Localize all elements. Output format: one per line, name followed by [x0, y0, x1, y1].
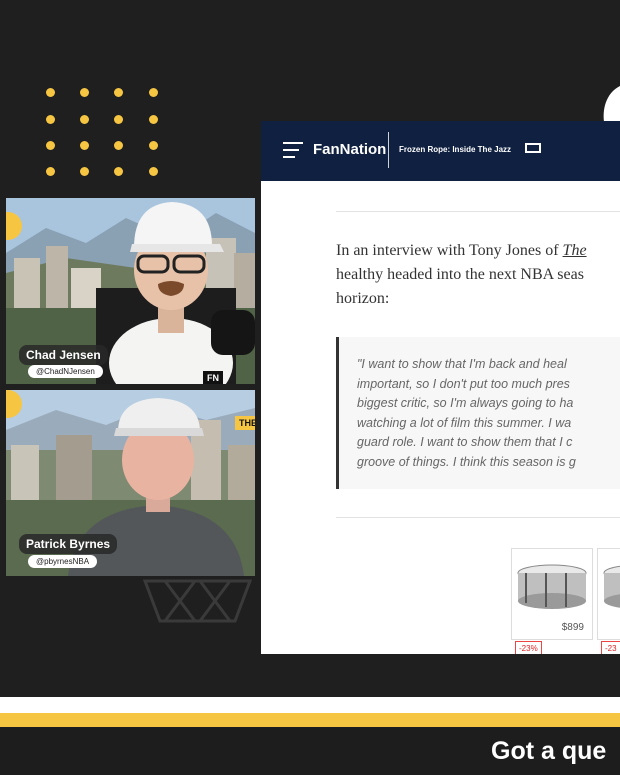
- source-link[interactable]: The: [563, 242, 587, 259]
- discount-badge: -23%: [515, 641, 542, 654]
- ad-price: $899: [561, 622, 584, 633]
- pattern-decoration: [142, 579, 253, 623]
- participant-video-tile[interactable]: Patrick Byrnes @pbyrnesNBA THE: [6, 390, 255, 576]
- participant-handle: @ChadNJensen: [28, 365, 103, 378]
- ad-product-card[interactable]: [597, 548, 620, 640]
- snare-drum-image: [517, 564, 587, 609]
- network-badge: FN: [203, 371, 223, 384]
- publication-title[interactable]: Frozen Rope: Inside The Jazz: [399, 145, 511, 154]
- menu-icon[interactable]: [283, 141, 303, 159]
- header-divider: [388, 132, 389, 168]
- brand-logo[interactable]: FanNation: [313, 141, 386, 158]
- site-header: FanNation Frozen Rope: Inside The Jazz: [261, 121, 620, 181]
- participant-handle: @pbyrnesNBA: [28, 555, 98, 568]
- bottom-stripe: [0, 697, 620, 713]
- network-badge: THE: [235, 416, 255, 430]
- flag-icon: [525, 143, 541, 153]
- dot-grid-decoration: [40, 86, 170, 186]
- discount-badge: -23: [601, 641, 620, 654]
- article-window: FanNation Frozen Rope: Inside The Jazz I…: [261, 121, 620, 654]
- accent-stripe: [0, 713, 620, 727]
- cta-banner: Got a que: [0, 727, 620, 775]
- article-paragraph: In an interview with Tony Jones of The h…: [336, 242, 587, 307]
- divider: [336, 517, 620, 518]
- ad-product-card[interactable]: $899: [511, 548, 593, 640]
- blockquote: "I want to show that I'm back and heal i…: [336, 337, 620, 489]
- divider: [336, 211, 620, 212]
- participant-name: Patrick Byrnes: [19, 534, 118, 554]
- corner-logo-fragment: [603, 86, 620, 122]
- participant-name: Chad Jensen: [19, 345, 108, 365]
- snare-drum-image: [603, 565, 620, 608]
- cta-text: Got a que: [491, 737, 607, 765]
- quote-text: "I want to show that I'm back and heal i…: [357, 357, 576, 469]
- participant-video-tile[interactable]: Chad Jensen @ChadNJensen FN: [6, 198, 255, 384]
